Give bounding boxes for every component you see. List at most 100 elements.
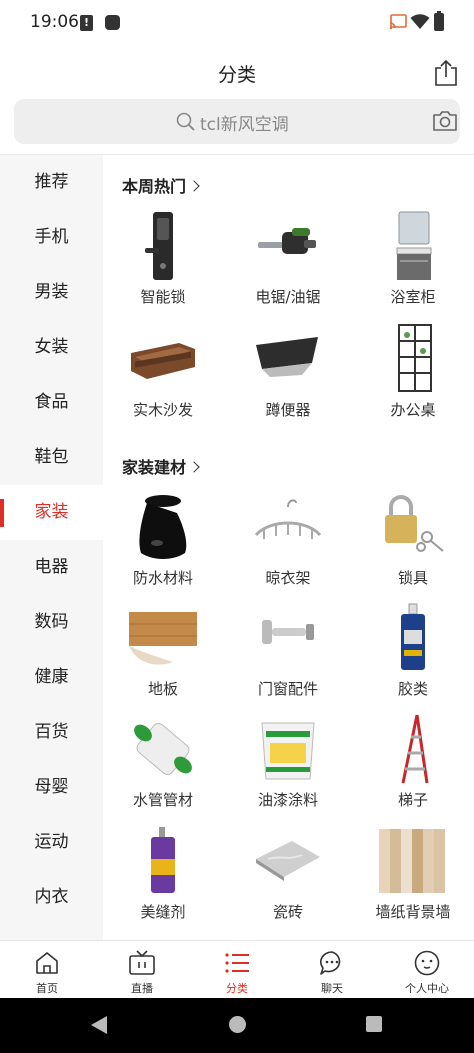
category-item-label: 晾衣架 — [265, 569, 311, 587]
sidebar-item-general[interactable]: 百货 — [0, 705, 103, 760]
category-item-label: 梯子 — [397, 791, 428, 809]
tab-label: 聊天 — [321, 982, 343, 995]
category-item-chainsaw[interactable]: 电锯/油锯 — [228, 210, 348, 320]
sidebar-item-shoes-bags[interactable]: 鞋包 — [0, 430, 103, 485]
category-item-label: 智能锁 — [140, 288, 186, 306]
wallpaper-icon — [379, 829, 445, 893]
category-item-label: 地板 — [147, 680, 178, 698]
paint-bucket-icon — [261, 722, 315, 780]
tab-live[interactable]: 直播 — [95, 941, 189, 999]
category-item-clothes-hanger[interactable]: 晾衣架 — [228, 491, 348, 601]
system-navigation-bar — [0, 998, 474, 1053]
category-item-glue[interactable]: 胶类 — [353, 602, 473, 712]
category-item-label: 蹲便器 — [265, 401, 311, 419]
live-tv-icon — [129, 950, 155, 975]
sidebar-item-menswear[interactable]: 男装 — [0, 265, 103, 320]
sidebar-item-baby[interactable]: 母婴 — [0, 760, 103, 815]
category-item-label: 水管管材 — [132, 791, 193, 809]
category-item-waterproof[interactable]: 防水材料 — [103, 491, 223, 601]
category-item-label: 油漆涂料 — [257, 791, 318, 809]
category-item-floor[interactable]: 地板 — [103, 602, 223, 712]
tab-home[interactable]: 首页 — [0, 941, 94, 999]
sidebar-item-underwear[interactable]: 内衣 — [0, 870, 103, 925]
sidebar-item-phones[interactable]: 手机 — [0, 210, 103, 265]
category-item-office-desk[interactable]: 办公桌 — [353, 323, 473, 433]
water-pipe-icon — [134, 723, 192, 775]
category-list-icon — [225, 953, 249, 973]
category-item-paint[interactable]: 油漆涂料 — [228, 713, 348, 823]
sidebar-item-womenswear[interactable]: 女装 — [0, 320, 103, 375]
category-item-door-hardware[interactable]: 门窗配件 — [228, 602, 348, 712]
category-item-smart-lock[interactable]: 智能锁 — [103, 210, 223, 320]
page-title: 分类 — [217, 64, 256, 86]
section-title: 家装建材 — [122, 458, 187, 477]
floor-plank-icon — [129, 612, 197, 665]
section-title: 本周热门 — [122, 177, 187, 196]
section-header-building[interactable]: 家装建材 — [122, 454, 200, 478]
category-item-padlock[interactable]: 锁具 — [353, 491, 473, 601]
battery-icon — [434, 11, 444, 31]
category-item-label: 墙纸背景墙 — [375, 903, 451, 921]
home-circle-icon[interactable] — [229, 1016, 246, 1033]
chainsaw-icon — [258, 228, 316, 254]
sidebar-item-food[interactable]: 食品 — [0, 375, 103, 430]
search-input[interactable]: tcl新风空调 — [200, 110, 289, 135]
search-bar[interactable]: tcl新风空调 — [14, 99, 460, 144]
tab-chat[interactable]: 聊天 — [285, 941, 379, 999]
category-item-label: 锁具 — [397, 569, 428, 587]
alert-notification-icon: ! — [80, 15, 93, 31]
squat-toilet-icon — [256, 337, 318, 377]
tab-category[interactable]: 分类 — [190, 941, 284, 999]
category-item-water-pipe[interactable]: 水管管材 — [103, 713, 223, 823]
ceramic-tile-icon — [256, 841, 320, 881]
status-time: 19:06 — [30, 12, 79, 32]
glue-tube-icon — [401, 603, 425, 670]
sidebar-item-appliances[interactable]: 电器 — [0, 540, 103, 595]
category-item-label: 实木沙发 — [132, 401, 193, 419]
wifi-icon — [410, 14, 430, 29]
category-item-label: 浴室柜 — [390, 288, 436, 306]
padlock-icon — [385, 495, 444, 552]
category-item-label: 电锯/油锯 — [255, 288, 321, 306]
app-screen: 19:06 ! 分类 tcl新风空调 推荐 手机 男装 女装 食品 鞋包 家装 … — [0, 0, 474, 1053]
chevron-right-icon — [188, 180, 200, 192]
chevron-right-icon — [188, 461, 200, 473]
cast-icon — [389, 14, 407, 30]
search-icon — [176, 112, 195, 131]
category-item-grout[interactable]: 美缝剂 — [103, 825, 223, 935]
clothes-hanger-icon — [254, 499, 322, 539]
tab-label: 个人中心 — [405, 982, 449, 995]
bathroom-cabinet-icon — [396, 211, 432, 280]
section-header-hot[interactable]: 本周热门 — [122, 173, 200, 197]
app-notification-icon — [105, 15, 120, 30]
camera-icon[interactable] — [431, 109, 459, 133]
category-item-wallpaper[interactable]: 墙纸背景墙 — [353, 825, 473, 935]
category-item-wood-sofa[interactable]: 实木沙发 — [103, 323, 223, 433]
status-bar: 19:06 ! — [0, 0, 474, 46]
share-icon[interactable] — [433, 59, 459, 87]
category-item-ladder[interactable]: 梯子 — [353, 713, 473, 823]
sidebar-item-sports[interactable]: 运动 — [0, 815, 103, 870]
tab-profile[interactable]: 个人中心 — [380, 941, 474, 999]
category-item-squat-toilet[interactable]: 蹲便器 — [228, 323, 348, 433]
sidebar-item-digital[interactable]: 数码 — [0, 595, 103, 650]
category-item-label: 防水材料 — [132, 569, 193, 587]
sidebar-item-home-decor[interactable]: 家装 — [0, 485, 103, 540]
tab-label: 首页 — [36, 982, 58, 995]
category-item-label: 胶类 — [397, 680, 428, 698]
smart-lock-icon — [145, 212, 173, 280]
profile-face-icon — [414, 950, 440, 976]
recent-apps-icon[interactable] — [366, 1016, 382, 1032]
door-hardware-icon — [262, 620, 314, 644]
back-icon[interactable] — [91, 1016, 107, 1034]
category-item-bathroom-cabinet[interactable]: 浴室柜 — [353, 210, 473, 320]
wood-sofa-icon — [131, 343, 195, 379]
sidebar-item-health[interactable]: 健康 — [0, 650, 103, 705]
category-item-tile[interactable]: 瓷砖 — [228, 825, 348, 935]
chat-bubble-icon — [320, 951, 341, 975]
title-bar: 分类 — [0, 48, 474, 98]
office-desk-icon — [398, 324, 432, 392]
tab-label: 直播 — [131, 982, 153, 995]
sidebar-item-recommend[interactable]: 推荐 — [0, 155, 103, 210]
category-item-label: 门窗配件 — [257, 680, 318, 698]
